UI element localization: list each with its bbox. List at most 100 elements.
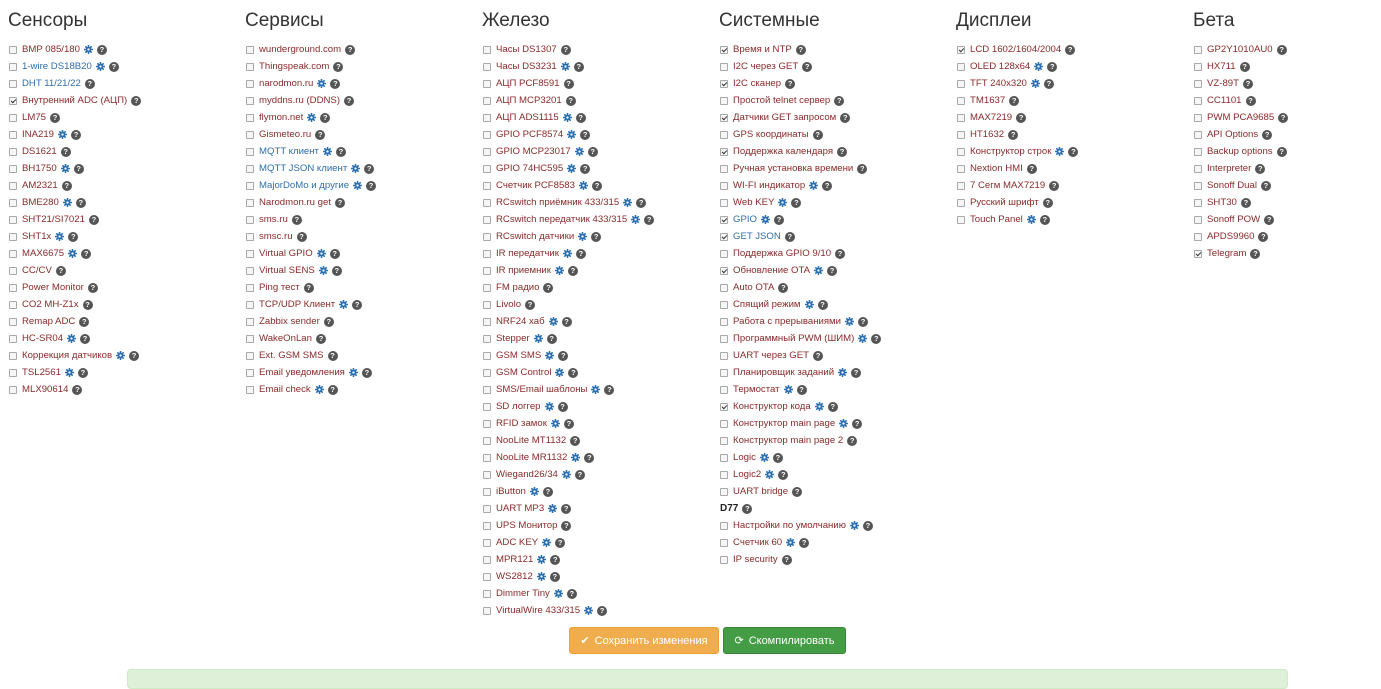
module-checkbox[interactable] bbox=[720, 181, 728, 190]
module-checkbox[interactable] bbox=[1194, 79, 1202, 88]
gear-icon[interactable] bbox=[839, 419, 849, 428]
help-icon[interactable]: ? bbox=[1068, 146, 1079, 157]
help-icon[interactable]: ? bbox=[320, 112, 331, 123]
module-checkbox[interactable] bbox=[957, 215, 965, 224]
help-icon[interactable]: ? bbox=[644, 214, 655, 225]
module-checkbox[interactable] bbox=[9, 351, 17, 360]
module-checkbox[interactable] bbox=[246, 317, 254, 326]
module-label[interactable]: Время и NTP bbox=[733, 44, 792, 55]
help-icon[interactable]: ? bbox=[557, 401, 568, 412]
module-checkbox[interactable] bbox=[957, 62, 965, 71]
help-icon[interactable]: ? bbox=[1258, 231, 1269, 242]
module-checkbox[interactable] bbox=[720, 453, 728, 462]
gear-icon[interactable] bbox=[550, 419, 560, 428]
module-label[interactable]: GPIO bbox=[733, 214, 757, 225]
module-checkbox[interactable] bbox=[483, 130, 491, 139]
gear-icon[interactable] bbox=[765, 470, 775, 479]
gear-icon[interactable] bbox=[83, 45, 93, 54]
help-icon[interactable]: ? bbox=[73, 163, 84, 174]
module-checkbox[interactable] bbox=[9, 198, 17, 207]
module-checkbox[interactable] bbox=[483, 164, 491, 173]
help-icon[interactable]: ? bbox=[558, 350, 569, 361]
help-icon[interactable]: ? bbox=[871, 333, 882, 344]
module-checkbox[interactable] bbox=[483, 79, 491, 88]
help-icon[interactable]: ? bbox=[862, 520, 873, 531]
module-checkbox[interactable] bbox=[483, 266, 491, 275]
module-checkbox[interactable] bbox=[483, 385, 491, 394]
help-icon[interactable]: ? bbox=[303, 282, 314, 293]
module-label[interactable]: Спящий режим bbox=[733, 299, 801, 310]
module-label[interactable]: CO2 MH-Z1x bbox=[22, 299, 79, 310]
help-icon[interactable]: ? bbox=[81, 248, 92, 259]
gear-icon[interactable] bbox=[759, 453, 769, 462]
module-label[interactable]: Конструктор main page 2 bbox=[733, 435, 843, 446]
help-icon[interactable]: ? bbox=[851, 367, 862, 378]
help-icon[interactable]: ? bbox=[291, 214, 302, 225]
help-icon[interactable]: ? bbox=[565, 95, 576, 106]
module-label[interactable]: VZ-89T bbox=[1207, 78, 1239, 89]
module-label[interactable]: 7 Сегм MAX7219 bbox=[970, 180, 1045, 191]
module-label[interactable]: LM75 bbox=[22, 112, 46, 123]
help-icon[interactable]: ? bbox=[1026, 163, 1037, 174]
module-checkbox[interactable] bbox=[246, 266, 254, 275]
help-icon[interactable]: ? bbox=[525, 299, 536, 310]
module-label[interactable]: OLED 128x64 bbox=[970, 61, 1030, 72]
help-icon[interactable]: ? bbox=[550, 554, 561, 565]
help-icon[interactable]: ? bbox=[802, 61, 813, 72]
help-icon[interactable]: ? bbox=[835, 248, 846, 259]
module-checkbox[interactable] bbox=[720, 96, 728, 105]
help-icon[interactable]: ? bbox=[366, 180, 377, 191]
module-checkbox[interactable] bbox=[483, 147, 491, 156]
gear-icon[interactable] bbox=[314, 385, 324, 394]
module-label[interactable]: Поддержка GPIO 9/10 bbox=[733, 248, 831, 259]
help-icon[interactable]: ? bbox=[570, 435, 581, 446]
help-icon[interactable]: ? bbox=[129, 350, 140, 361]
gear-icon[interactable] bbox=[845, 317, 855, 326]
help-icon[interactable]: ? bbox=[1276, 146, 1287, 157]
gear-icon[interactable] bbox=[68, 249, 78, 258]
help-icon[interactable]: ? bbox=[561, 503, 572, 514]
help-icon[interactable]: ? bbox=[327, 384, 338, 395]
gear-icon[interactable] bbox=[553, 589, 563, 598]
gear-icon[interactable] bbox=[560, 62, 570, 71]
help-icon[interactable]: ? bbox=[77, 367, 88, 378]
module-label[interactable]: INA219 bbox=[22, 129, 54, 140]
module-label[interactable]: Sonoff Dual bbox=[1207, 180, 1257, 191]
module-checkbox[interactable] bbox=[1194, 62, 1202, 71]
gear-icon[interactable] bbox=[858, 334, 868, 343]
module-checkbox[interactable] bbox=[483, 521, 491, 530]
help-icon[interactable]: ? bbox=[75, 197, 86, 208]
module-label[interactable]: SMS/Email шаблоны bbox=[496, 384, 587, 395]
module-checkbox[interactable] bbox=[957, 79, 965, 88]
module-label[interactable]: Narodmon.ru get bbox=[259, 197, 331, 208]
help-icon[interactable]: ? bbox=[364, 163, 375, 174]
module-checkbox[interactable] bbox=[483, 334, 491, 343]
gear-icon[interactable] bbox=[545, 351, 555, 360]
gear-icon[interactable] bbox=[317, 79, 327, 88]
module-checkbox[interactable] bbox=[246, 45, 254, 54]
module-label[interactable]: LCD 1602/1604/2004 bbox=[970, 44, 1061, 55]
help-icon[interactable]: ? bbox=[560, 44, 571, 55]
module-checkbox[interactable] bbox=[1194, 181, 1202, 190]
module-label[interactable]: Telegram bbox=[1207, 248, 1246, 259]
module-label[interactable]: MAX7219 bbox=[970, 112, 1012, 123]
help-icon[interactable]: ? bbox=[1250, 248, 1261, 259]
module-checkbox[interactable] bbox=[957, 45, 965, 54]
help-icon[interactable]: ? bbox=[563, 418, 574, 429]
gear-icon[interactable] bbox=[574, 147, 584, 156]
module-label[interactable]: GPIO 74HC595 bbox=[496, 163, 563, 174]
module-label[interactable]: IR передатчик bbox=[496, 248, 559, 259]
help-icon[interactable]: ? bbox=[1016, 112, 1027, 123]
module-label[interactable]: sms.ru bbox=[259, 214, 288, 225]
module-checkbox[interactable] bbox=[720, 249, 728, 258]
help-icon[interactable]: ? bbox=[1039, 214, 1050, 225]
help-icon[interactable]: ? bbox=[108, 61, 119, 72]
module-checkbox[interactable] bbox=[720, 538, 728, 547]
module-label[interactable]: Sonoff POW bbox=[1207, 214, 1260, 225]
module-checkbox[interactable] bbox=[483, 215, 491, 224]
gear-icon[interactable] bbox=[561, 470, 571, 479]
module-label[interactable]: АЦП MCP3201 bbox=[496, 95, 562, 106]
module-checkbox[interactable] bbox=[1194, 164, 1202, 173]
help-icon[interactable]: ? bbox=[79, 316, 90, 327]
module-checkbox[interactable] bbox=[246, 62, 254, 71]
